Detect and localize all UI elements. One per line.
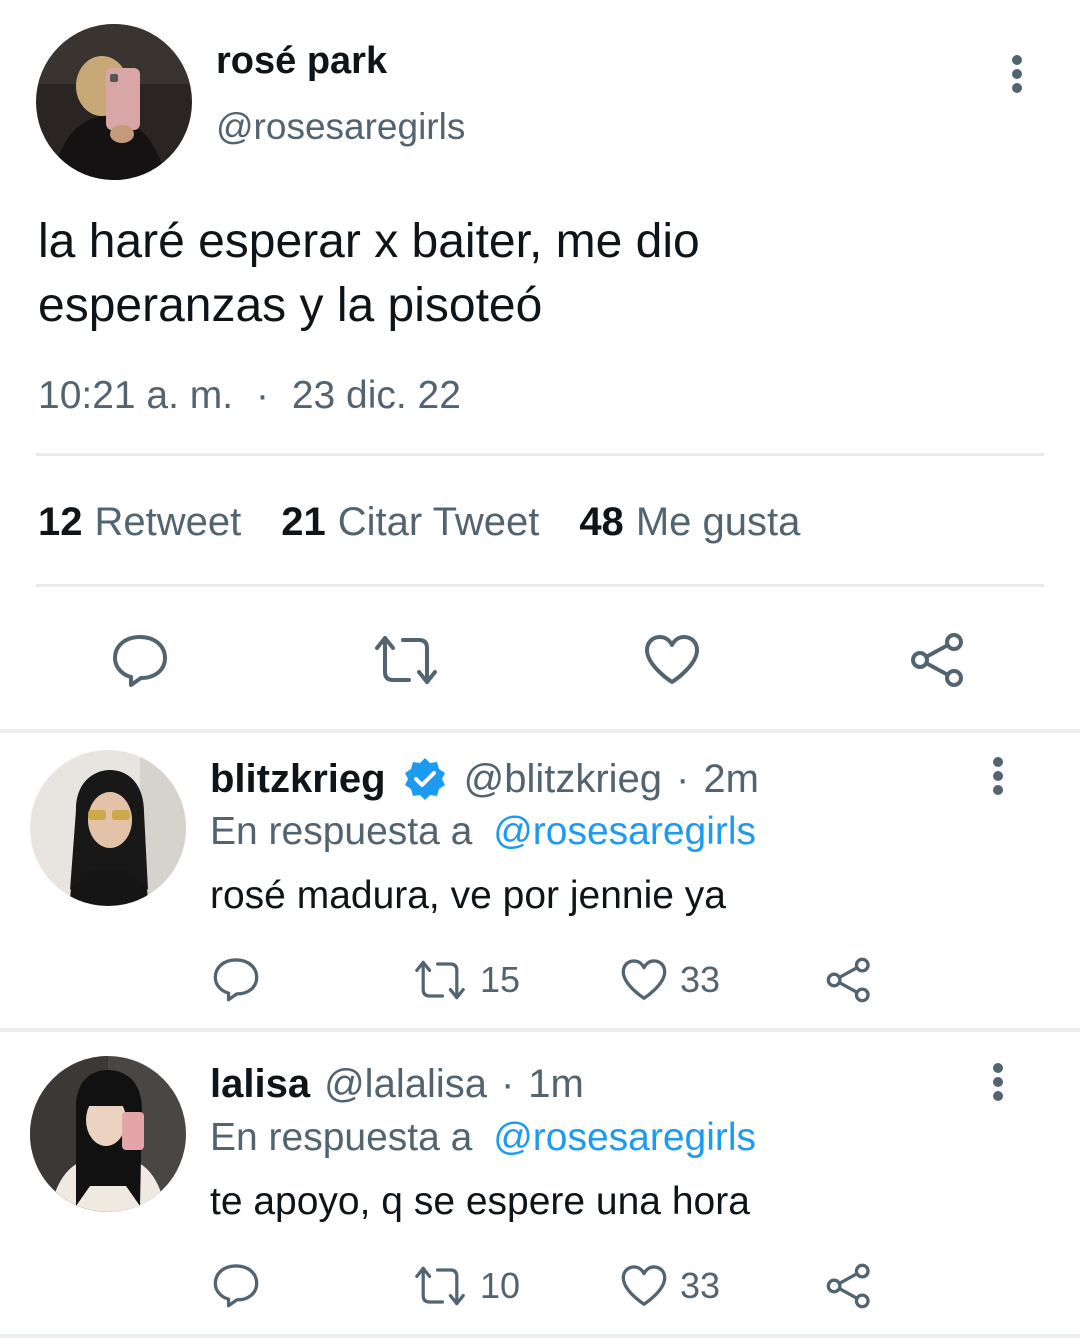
share-icon bbox=[911, 633, 963, 687]
replying-to: En respuesta a @rosesaregirls bbox=[210, 1116, 756, 1160]
quote-label: Citar Tweet bbox=[337, 500, 540, 544]
section-divider bbox=[0, 1028, 1080, 1032]
reply-like-button[interactable]: 33 bbox=[620, 1264, 720, 1308]
verified-badge-icon bbox=[402, 756, 448, 802]
author-avatar[interactable] bbox=[36, 24, 192, 180]
tweet-text-line-1: la haré esperar x baiter, me dio bbox=[38, 215, 700, 268]
like-icon bbox=[645, 635, 699, 684]
tweet-text-line-2: esperanzas y la pisoteó bbox=[38, 279, 543, 332]
retweet-button[interactable] bbox=[366, 620, 446, 700]
reply-share-button[interactable] bbox=[824, 956, 874, 1004]
reply-text: te apoyo, q se espere una hora bbox=[210, 1180, 750, 1223]
reply-author-name[interactable]: lalisa bbox=[210, 1062, 310, 1107]
reply-separator: · bbox=[676, 756, 690, 801]
section-divider bbox=[0, 1334, 1080, 1338]
reply-avatar[interactable] bbox=[30, 750, 186, 906]
replying-to-handle[interactable]: @rosesaregirls bbox=[493, 810, 756, 853]
reply-text: rosé madura, ve por jennie ya bbox=[210, 874, 726, 917]
section-divider bbox=[0, 729, 1080, 733]
retweet-count: 12 bbox=[38, 500, 83, 544]
like-count-link[interactable]: 48 Me gusta bbox=[579, 500, 800, 545]
retweet-icon bbox=[375, 636, 437, 684]
reply-like-count: 33 bbox=[680, 1265, 721, 1306]
reply-button[interactable] bbox=[100, 620, 180, 700]
tweet-stats: 12 Retweet 21 Citar Tweet 48 Me gusta bbox=[38, 500, 800, 545]
reply-more-options-icon[interactable] bbox=[978, 1052, 1018, 1112]
reply-time: 1m bbox=[528, 1062, 584, 1106]
like-icon bbox=[621, 1265, 667, 1306]
reply-reply-button[interactable] bbox=[212, 1262, 260, 1308]
tweet-text: la haré esperar x baiter, me dio esperan… bbox=[38, 210, 1038, 338]
reply-author-handle[interactable]: @lalalisa bbox=[324, 1062, 487, 1107]
reply-avatar[interactable] bbox=[30, 1056, 186, 1212]
share-icon bbox=[826, 957, 870, 1003]
reply-retweet-button[interactable]: 10 bbox=[412, 1264, 520, 1308]
reply-author-handle[interactable]: @blitzkrieg bbox=[464, 757, 662, 802]
divider bbox=[36, 453, 1044, 456]
reply-icon bbox=[113, 635, 167, 687]
quote-count-link[interactable]: 21 Citar Tweet bbox=[281, 500, 539, 545]
reply-like-count: 33 bbox=[680, 959, 721, 1000]
like-label: Me gusta bbox=[635, 500, 801, 544]
like-button[interactable] bbox=[632, 620, 712, 700]
tweet-time: 10:21 a. m. bbox=[38, 374, 234, 417]
timestamp-separator: · bbox=[255, 374, 269, 417]
reply-retweet-button[interactable]: 15 bbox=[412, 958, 520, 1002]
more-options-icon[interactable] bbox=[997, 44, 1037, 104]
reply-header: lalisa @lalalisa · 1m bbox=[210, 1062, 584, 1107]
reply-retweet-count: 10 bbox=[480, 1265, 521, 1306]
quote-count: 21 bbox=[281, 500, 326, 544]
tweet-date: 23 dic. 22 bbox=[291, 374, 461, 417]
reply-share-button[interactable] bbox=[824, 1262, 874, 1310]
retweet-icon bbox=[415, 960, 465, 1000]
replying-to-label: En respuesta a bbox=[210, 810, 473, 853]
divider bbox=[36, 584, 1044, 587]
author-name[interactable]: rosé park bbox=[216, 40, 387, 83]
like-count: 48 bbox=[579, 500, 624, 544]
author-handle[interactable]: @rosesaregirls bbox=[216, 106, 465, 148]
reply-like-button[interactable]: 33 bbox=[620, 958, 720, 1002]
reply-retweet-count: 15 bbox=[480, 959, 521, 1000]
reply-icon bbox=[213, 958, 259, 1002]
replying-to: En respuesta a @rosesaregirls bbox=[210, 810, 756, 854]
reply-author-name[interactable]: blitzkrieg bbox=[210, 757, 386, 802]
reply-icon bbox=[213, 1264, 259, 1308]
replying-to-label: En respuesta a bbox=[210, 1116, 473, 1159]
like-icon bbox=[621, 959, 667, 1000]
retweet-icon bbox=[415, 1266, 465, 1306]
reply-header: blitzkrieg @blitzkrieg · 2m bbox=[210, 756, 759, 802]
retweet-label: Retweet bbox=[94, 500, 242, 544]
share-button[interactable] bbox=[898, 620, 978, 700]
share-icon bbox=[826, 1263, 870, 1309]
reply-reply-button[interactable] bbox=[212, 956, 260, 1002]
retweet-count-link[interactable]: 12 Retweet bbox=[38, 500, 241, 545]
reply-time: 2m bbox=[703, 756, 759, 801]
tweet-timestamp[interactable]: 10:21 a. m. · 23 dic. 22 bbox=[38, 374, 461, 418]
replying-to-handle[interactable]: @rosesaregirls bbox=[493, 1116, 756, 1159]
reply-more-options-icon[interactable] bbox=[978, 746, 1018, 806]
reply-separator: · bbox=[500, 1062, 515, 1106]
